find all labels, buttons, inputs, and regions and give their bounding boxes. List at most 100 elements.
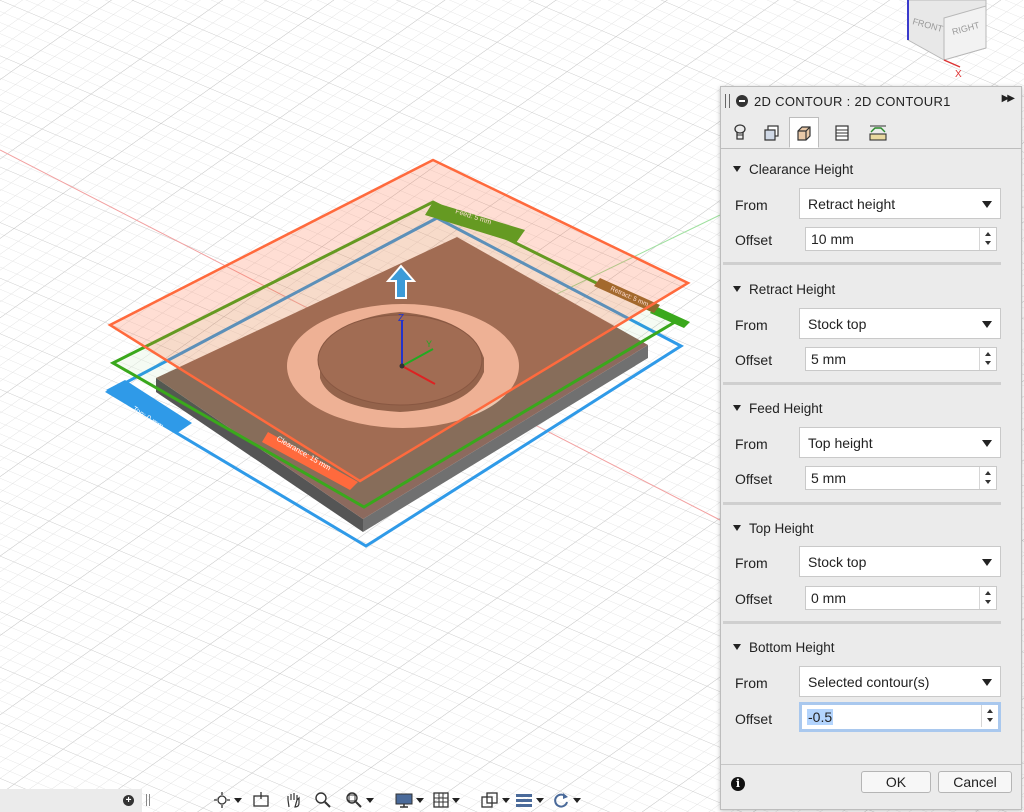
select-value: Stock top [808,315,867,332]
bottom-from-select[interactable]: Selected contour(s) [799,666,1001,697]
orbit-glyph [214,792,230,808]
grid-glyph [433,792,449,808]
tab-tool[interactable] [725,117,755,148]
axis-y-label: Y [426,339,432,349]
top-from-select[interactable]: Stock top [799,546,1001,577]
cancel-button[interactable]: Cancel [938,771,1012,793]
fit-glyph [346,792,362,808]
offset-label: Offset [735,471,773,487]
input-value: 5 mm [811,351,846,367]
pan-glyph [287,793,300,808]
panel-header[interactable]: 2D CONTOUR : 2D CONTOUR1 ▶▶ [721,87,1021,115]
pan-icon[interactable] [284,791,302,809]
from-label: From [735,675,768,691]
browser-pill: + [0,789,142,812]
bottom-height-header[interactable]: Bottom Height [733,635,835,659]
dropdown-caret-icon [982,679,992,686]
expand-panel-icon[interactable]: ▶▶ [1002,93,1015,104]
offset-label: Offset [735,352,773,368]
clearance-offset-input[interactable]: 10 mm [805,227,997,251]
section-divider [723,382,1001,385]
display-glyph [395,793,413,808]
tab-linking[interactable] [863,117,893,148]
display-settings-icon[interactable] [394,791,424,809]
fit-icon[interactable] [344,791,374,809]
toolbar-grip-icon[interactable] [146,794,150,806]
panel-tabs [721,117,1021,149]
dropdown-caret-icon [982,321,992,328]
dropdown-caret-icon [982,559,992,566]
dropdown-caret-icon [982,440,992,447]
dropdown-arrow-icon[interactable] [573,797,581,803]
collapse-triangle-icon [733,166,741,172]
tool-tab-icon [734,123,746,140]
navigation-toolbar: + [0,789,600,812]
spinner-icon[interactable] [979,348,996,370]
geometry-tab-icon [764,124,779,141]
offset-label: Offset [735,232,773,248]
from-label: From [735,317,768,333]
tab-passes[interactable] [827,117,857,148]
retract-height-header[interactable]: Retract Height [733,277,835,301]
from-label: From [735,197,768,213]
look-at-glyph [253,792,269,807]
retract-offset-input[interactable]: 5 mm [805,347,997,371]
dropdown-arrow-icon[interactable] [416,797,424,803]
viewports-icon[interactable] [480,791,510,809]
linking-tab-icon [869,125,887,141]
input-value: 10 mm [811,231,854,247]
clearance-height-header[interactable]: Clearance Height [733,157,853,181]
section-title: Clearance Height [749,161,854,177]
spinner-icon[interactable] [981,705,998,727]
collapse-panel-icon[interactable] [736,95,748,107]
tab-heights[interactable] [789,117,819,148]
zoom-glyph [315,792,331,808]
dropdown-arrow-icon[interactable] [234,797,242,803]
viewports-glyph [481,792,498,808]
dropdown-arrow-icon[interactable] [536,797,544,803]
clearance-from-select[interactable]: Retract height [799,188,1001,219]
from-label: From [735,555,768,571]
look-at-icon[interactable] [252,791,270,809]
collapse-triangle-icon [733,405,741,411]
info-icon[interactable]: i [731,777,745,791]
select-value: Top height [808,434,873,451]
add-icon[interactable]: + [123,795,134,806]
feed-offset-input[interactable]: 5 mm [805,466,997,490]
section-title: Retract Height [749,281,836,297]
retract-from-select[interactable]: Stock top [799,308,1001,339]
bottom-offset-input[interactable]: -0.5 [799,702,1001,732]
spinner-icon[interactable] [979,467,996,489]
grid-settings-icon[interactable] [432,791,460,809]
axis-z-label: Z [398,313,404,324]
panel-footer: i OK Cancel [721,764,1021,809]
top-height-header[interactable]: Top Height [733,516,814,540]
dropdown-arrow-icon[interactable] [452,797,460,803]
feed-height-header[interactable]: Feed Height [733,396,823,420]
offset-label: Offset [735,711,773,727]
dropdown-arrow-icon[interactable] [366,797,374,803]
zoom-icon[interactable] [314,791,332,809]
orbit-icon[interactable] [212,791,242,809]
dropdown-caret-icon [982,201,992,208]
heights-tab-icon [797,125,811,141]
feed-from-select[interactable]: Top height [799,427,1001,458]
collapse-triangle-icon [733,525,741,531]
layers-icon[interactable] [514,791,544,809]
section-divider [723,262,1001,265]
refresh-icon[interactable] [551,791,581,809]
spinner-icon[interactable] [979,587,996,609]
tab-geometry[interactable] [757,117,787,148]
select-value: Retract height [808,195,896,212]
drag-grip-icon[interactable] [725,94,730,108]
collapse-triangle-icon [733,286,741,292]
from-label: From [735,436,768,452]
ok-button[interactable]: OK [861,771,931,793]
section-title: Top Height [749,520,814,536]
spinner-icon[interactable] [979,228,996,250]
input-value: 0 mm [811,590,846,606]
top-offset-input[interactable]: 0 mm [805,586,997,610]
panel-title: 2D CONTOUR : 2D CONTOUR1 [754,93,951,109]
dropdown-arrow-icon[interactable] [502,797,510,803]
viewcube-x-label: X [955,69,962,80]
